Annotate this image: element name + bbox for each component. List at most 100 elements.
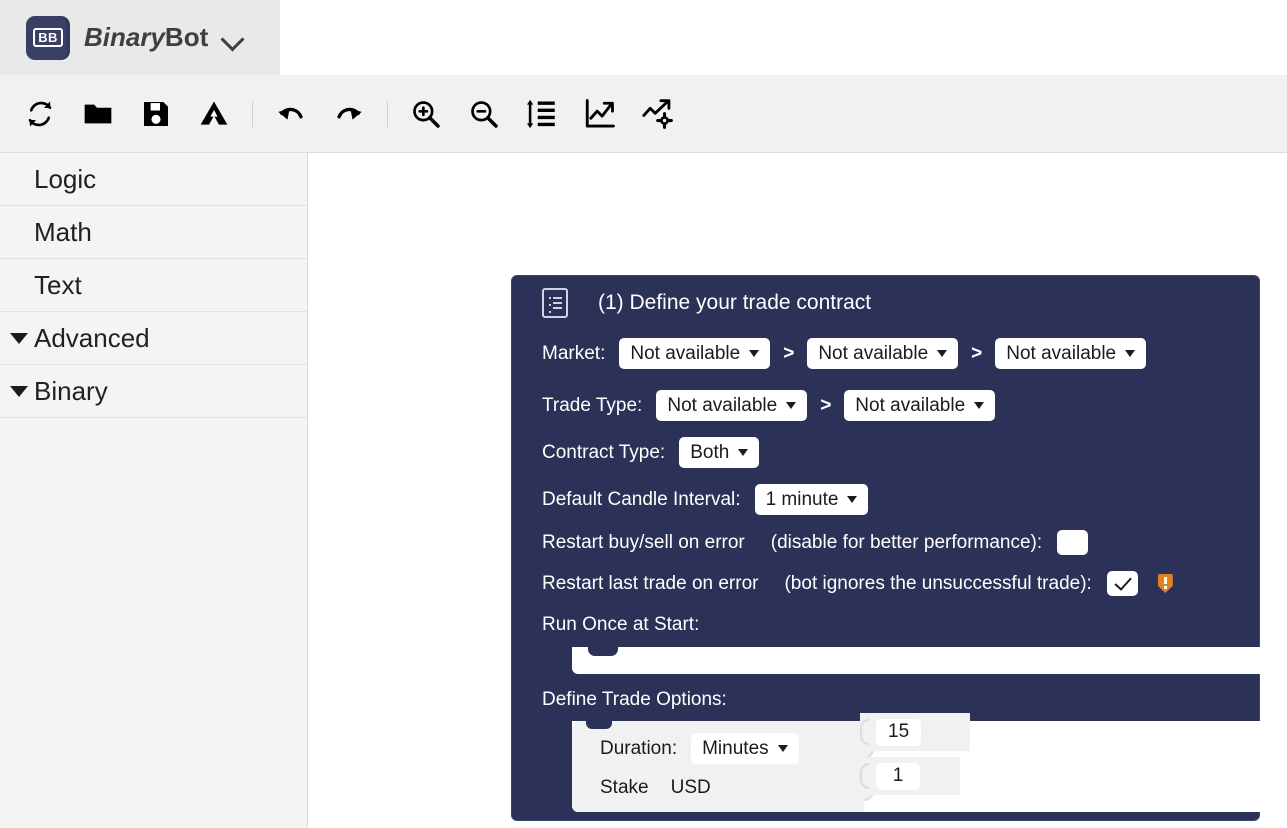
define-trade-contract-block[interactable]: (1) Define your trade contract Market: N…: [511, 275, 1261, 821]
block-title-row: (1) Define your trade contract: [512, 276, 1259, 330]
candle-interval-value: 1 minute: [765, 488, 839, 510]
google-drive-button[interactable]: [192, 92, 236, 136]
reset-button[interactable]: [18, 92, 62, 136]
sort-blocks-button[interactable]: [520, 92, 564, 136]
undo-button[interactable]: [269, 92, 313, 136]
stake-number-block[interactable]: 1: [860, 757, 960, 795]
statement-notch: [588, 647, 618, 656]
restart-buysell-label: Restart buy/sell on error: [542, 531, 745, 553]
restart-last-trade-label: Restart last trade on error: [542, 572, 759, 594]
duration-unit-dropdown[interactable]: Minutes: [691, 733, 799, 764]
market-dropdown-1[interactable]: Not available: [619, 338, 771, 369]
run-once-statement-slot[interactable]: [572, 647, 1261, 674]
stake-currency: USD: [670, 777, 711, 798]
value-connector: [860, 763, 869, 789]
trade-type-separator: >: [820, 394, 832, 416]
duration-number-block[interactable]: 15: [860, 713, 970, 751]
sidebar-item-binary[interactable]: Binary: [0, 365, 307, 418]
chevron-down-icon[interactable]: [222, 27, 244, 49]
trade-type-dropdown-1-value: Not available: [667, 394, 778, 416]
chart-settings-button[interactable]: [636, 92, 680, 136]
restart-buysell-hint: (disable for better performance):: [770, 531, 1043, 553]
market-dropdown-2-value: Not available: [818, 342, 929, 364]
binarybot-logo-icon: BB: [26, 15, 70, 60]
zoom-in-button[interactable]: [404, 92, 448, 136]
sidebar: Logic Math Text Advanced Binary: [0, 153, 308, 828]
chart-gear-icon: [641, 97, 675, 131]
market-label: Market:: [542, 342, 606, 364]
warning-shield-icon[interactable]: [1157, 574, 1173, 593]
duration-unit-value: Minutes: [702, 737, 769, 759]
sidebar-item-label: Math: [34, 216, 92, 247]
sidebar-item-math[interactable]: Math: [0, 206, 307, 259]
folder-icon: [82, 98, 114, 130]
refresh-icon: [25, 99, 55, 129]
stake-value-input[interactable]: 1: [876, 762, 920, 790]
dropdown-arrow-icon: [847, 496, 858, 503]
trade-type-dropdown-1[interactable]: Not available: [656, 390, 808, 421]
block-title: (1) Define your trade contract: [598, 291, 872, 314]
market-dropdown-3[interactable]: Not available: [995, 338, 1147, 369]
app-header: BB BinaryBot: [0, 0, 1287, 75]
zoom-out-button[interactable]: [462, 92, 506, 136]
open-button[interactable]: [76, 92, 120, 136]
brand-word-bot: Bot: [164, 22, 209, 52]
market-dropdown-1-value: Not available: [630, 342, 741, 364]
trade-type-row: Trade Type: Not available > Not availabl…: [542, 390, 996, 421]
dropdown-arrow-icon: [974, 402, 985, 409]
duration-value-input[interactable]: 15: [876, 718, 922, 746]
restart-buysell-checkbox[interactable]: [1057, 530, 1089, 555]
sidebar-item-logic[interactable]: Logic: [0, 153, 307, 206]
dropdown-arrow-icon: [786, 402, 797, 409]
restart-last-trade-row: Restart last trade on error (bot ignores…: [542, 571, 1173, 596]
toolbar-divider-1: [252, 100, 253, 127]
line-chart-icon: [583, 97, 617, 131]
blockly-workspace[interactable]: (1) Define your trade contract Market: N…: [309, 153, 1287, 828]
sidebar-item-label: Logic: [34, 163, 97, 194]
contract-type-row: Contract Type: Both: [542, 437, 760, 468]
dropdown-arrow-icon: [777, 745, 788, 752]
sidebar-item-label: Binary: [34, 375, 108, 406]
dropdown-arrow-icon: [1125, 350, 1136, 357]
trade-options-label: Define Trade Options:: [542, 689, 727, 710]
toolbar-divider-2: [387, 100, 388, 127]
restart-last-trade-checkbox[interactable]: [1106, 571, 1138, 596]
floppy-disk-icon: [140, 98, 172, 130]
stake-label: Stake: [600, 777, 649, 798]
google-drive-icon: [198, 98, 230, 130]
contract-type-value: Both: [690, 441, 730, 463]
dropdown-arrow-icon: [738, 449, 749, 456]
trade-options-row: Define Trade Options:: [542, 689, 727, 711]
market-dropdown-2[interactable]: Not available: [807, 338, 959, 369]
market-row: Market: Not available > Not available > …: [542, 338, 1147, 369]
run-once-label: Run Once at Start:: [542, 614, 700, 635]
toolbar: [0, 75, 1287, 153]
undo-arrow-icon: [274, 97, 308, 131]
triangle-down-icon: [10, 385, 28, 397]
stake-row: Stake USD: [600, 777, 711, 799]
sidebar-item-text[interactable]: Text: [0, 259, 307, 312]
run-once-row: Run Once at Start:: [542, 614, 699, 636]
document-list-icon: [542, 288, 568, 318]
redo-button[interactable]: [327, 92, 371, 136]
market-separator-1: >: [783, 342, 795, 364]
trade-definition-tradeoptions-block[interactable]: Duration: Minutes Stake USD: [572, 721, 874, 812]
sidebar-item-advanced[interactable]: Advanced: [0, 312, 307, 365]
brand-bar[interactable]: BB BinaryBot: [0, 0, 280, 75]
chart-button[interactable]: [578, 92, 622, 136]
line-height-list-icon: [525, 97, 559, 131]
candle-interval-dropdown[interactable]: 1 minute: [754, 484, 869, 515]
value-connector: [860, 719, 869, 745]
redo-arrow-icon: [332, 97, 366, 131]
trade-type-dropdown-2[interactable]: Not available: [844, 390, 996, 421]
statement-notch: [586, 721, 612, 729]
candle-interval-label: Default Candle Interval:: [542, 488, 741, 510]
save-button[interactable]: [134, 92, 178, 136]
contract-type-dropdown[interactable]: Both: [679, 437, 760, 468]
restart-buysell-row: Restart buy/sell on error (disable for b…: [542, 530, 1089, 555]
candle-interval-row: Default Candle Interval: 1 minute: [542, 484, 869, 515]
check-mark-icon: [1114, 572, 1132, 591]
triangle-down-icon: [10, 332, 28, 344]
dropdown-arrow-icon: [937, 350, 948, 357]
market-separator-2: >: [971, 342, 983, 364]
